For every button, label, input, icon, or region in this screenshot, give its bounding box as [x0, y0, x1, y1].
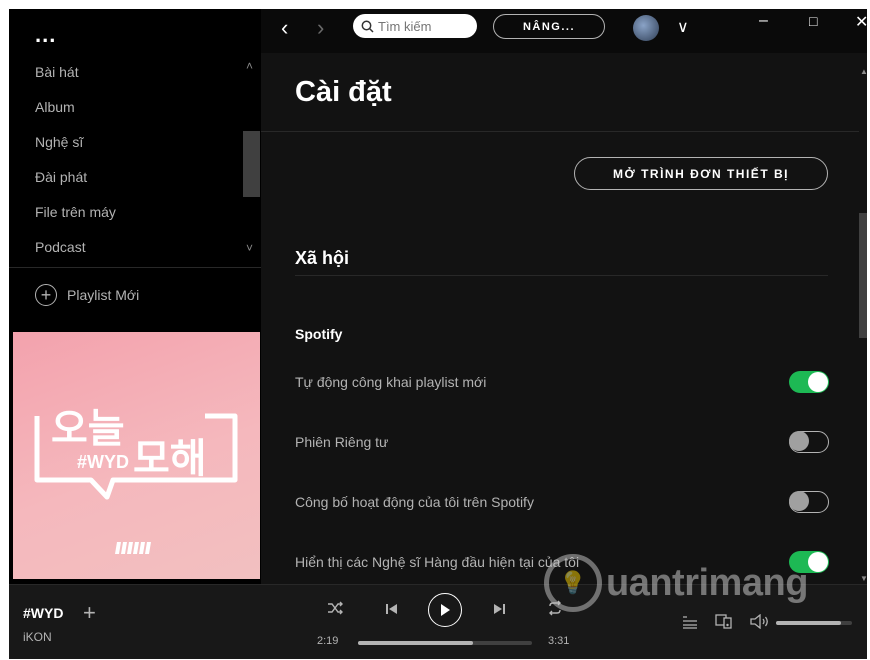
setting-label-private-session: Phiên Riêng tư [295, 434, 389, 450]
toggle-knob [789, 491, 809, 511]
search-input[interactable] [378, 18, 468, 34]
volume-slider[interactable] [776, 621, 852, 625]
play-button[interactable] [428, 593, 462, 627]
scroll-down-icon[interactable]: ▼ [860, 574, 867, 583]
open-device-menu-button[interactable]: MỞ TRÌNH ĐƠN THIẾT BỊ [574, 157, 828, 190]
chevron-left-icon[interactable]: ‹ [281, 15, 288, 41]
upgrade-button[interactable]: NÂNG... [493, 14, 605, 39]
add-to-library-icon[interactable]: + [83, 600, 96, 626]
spotify-window: ... Bài hát Album Nghệ sĩ Đài phát File … [9, 9, 867, 659]
sidebar-item-albums[interactable]: Album [35, 99, 75, 115]
close-icon[interactable]: ✕ [855, 12, 867, 32]
minimize-icon[interactable]: – [759, 12, 768, 30]
toggle-knob [789, 431, 809, 451]
chevron-down-icon[interactable]: ∨ [677, 17, 689, 37]
lightbulb-logo-icon: 💡 [544, 554, 602, 612]
toggle-knob [808, 372, 828, 392]
sidebar-item-stations[interactable]: Đài phát [35, 169, 87, 185]
avatar[interactable] [633, 15, 659, 41]
cover-korean-top: 오늘 [51, 406, 125, 452]
watermark: 💡 uantrimang [544, 554, 808, 612]
setting-label-top-artists: Hiển thị các Nghệ sĩ Hàng đầu hiện tại c… [295, 554, 580, 570]
new-playlist-label: Playlist Mới [67, 287, 140, 303]
section-divider [295, 275, 828, 276]
cover-art-graphic: 오늘 모해 #WYD [34, 406, 238, 554]
devices-icon[interactable] [715, 614, 733, 634]
menu-dots-button[interactable]: ... [35, 22, 56, 48]
cover-korean-bottom: 모해 [133, 436, 207, 482]
cover-hashtag: #WYD [77, 452, 129, 472]
setting-label-auto-public-playlist: Tự động công khai playlist mới [295, 374, 487, 390]
scroll-down-icon[interactable]: ˅ [246, 241, 253, 255]
setting-label-share-activity: Công bố hoạt động của tôi trên Spotify [295, 494, 534, 510]
volume-slider-fill [776, 621, 841, 625]
progress-bar-fill [358, 641, 473, 645]
play-icon [441, 604, 450, 616]
sidebar-item-artists[interactable]: Nghệ sĩ [35, 134, 83, 150]
scroll-up-icon[interactable]: ˄ [246, 59, 253, 73]
title-divider [261, 131, 859, 132]
toggle-auto-public-playlist[interactable] [789, 371, 829, 393]
ikon-logo-icon [115, 542, 151, 554]
main-scrollbar-thumb[interactable] [859, 213, 867, 338]
page-title: Cài đặt [295, 76, 392, 108]
sidebar-item-podcast[interactable]: Podcast [35, 239, 86, 255]
watermark-text: uantrimang [606, 561, 808, 604]
cover-art[interactable]: 오늘 모해 #WYD [13, 332, 260, 579]
search-box[interactable] [353, 14, 477, 38]
section-title-social: Xã hội [295, 248, 350, 268]
sidebar-item-local-files[interactable]: File trên máy [35, 204, 116, 220]
shuffle-icon[interactable] [327, 601, 343, 620]
now-playing-title[interactable]: #WYD [23, 605, 63, 621]
toggle-private-session[interactable] [789, 431, 829, 453]
previous-track-icon[interactable] [385, 602, 398, 620]
top-bar: ‹ › NÂNG... ∨ – □ ✕ [261, 9, 867, 53]
toggle-knob [808, 552, 828, 572]
sidebar-item-songs[interactable]: Bài hát [35, 64, 79, 80]
chevron-right-icon[interactable]: › [317, 15, 324, 41]
toggle-share-activity[interactable] [789, 491, 829, 513]
plus-circle-icon: + [35, 284, 57, 306]
duration-time: 3:31 [548, 635, 570, 647]
search-icon [361, 20, 374, 33]
sidebar: ... Bài hát Album Nghệ sĩ Đài phát File … [9, 9, 261, 584]
new-playlist-button[interactable]: + Playlist Mới [35, 284, 139, 306]
volume-icon[interactable] [750, 613, 770, 634]
subsection-title-spotify: Spotify [295, 326, 343, 342]
now-playing-artist[interactable]: iKON [23, 630, 52, 644]
maximize-icon[interactable]: □ [809, 13, 817, 29]
settings-page: Cài đặt MỞ TRÌNH ĐƠN THIẾT BỊ Xã hội Spo… [261, 53, 867, 584]
elapsed-time: 2:19 [317, 635, 339, 647]
sidebar-scrollbar-thumb[interactable] [243, 131, 260, 197]
sidebar-divider [9, 267, 261, 268]
queue-icon[interactable] [682, 615, 698, 634]
next-track-icon[interactable] [493, 602, 506, 620]
progress-bar[interactable] [358, 641, 532, 645]
scroll-up-icon[interactable]: ▲ [860, 67, 867, 76]
